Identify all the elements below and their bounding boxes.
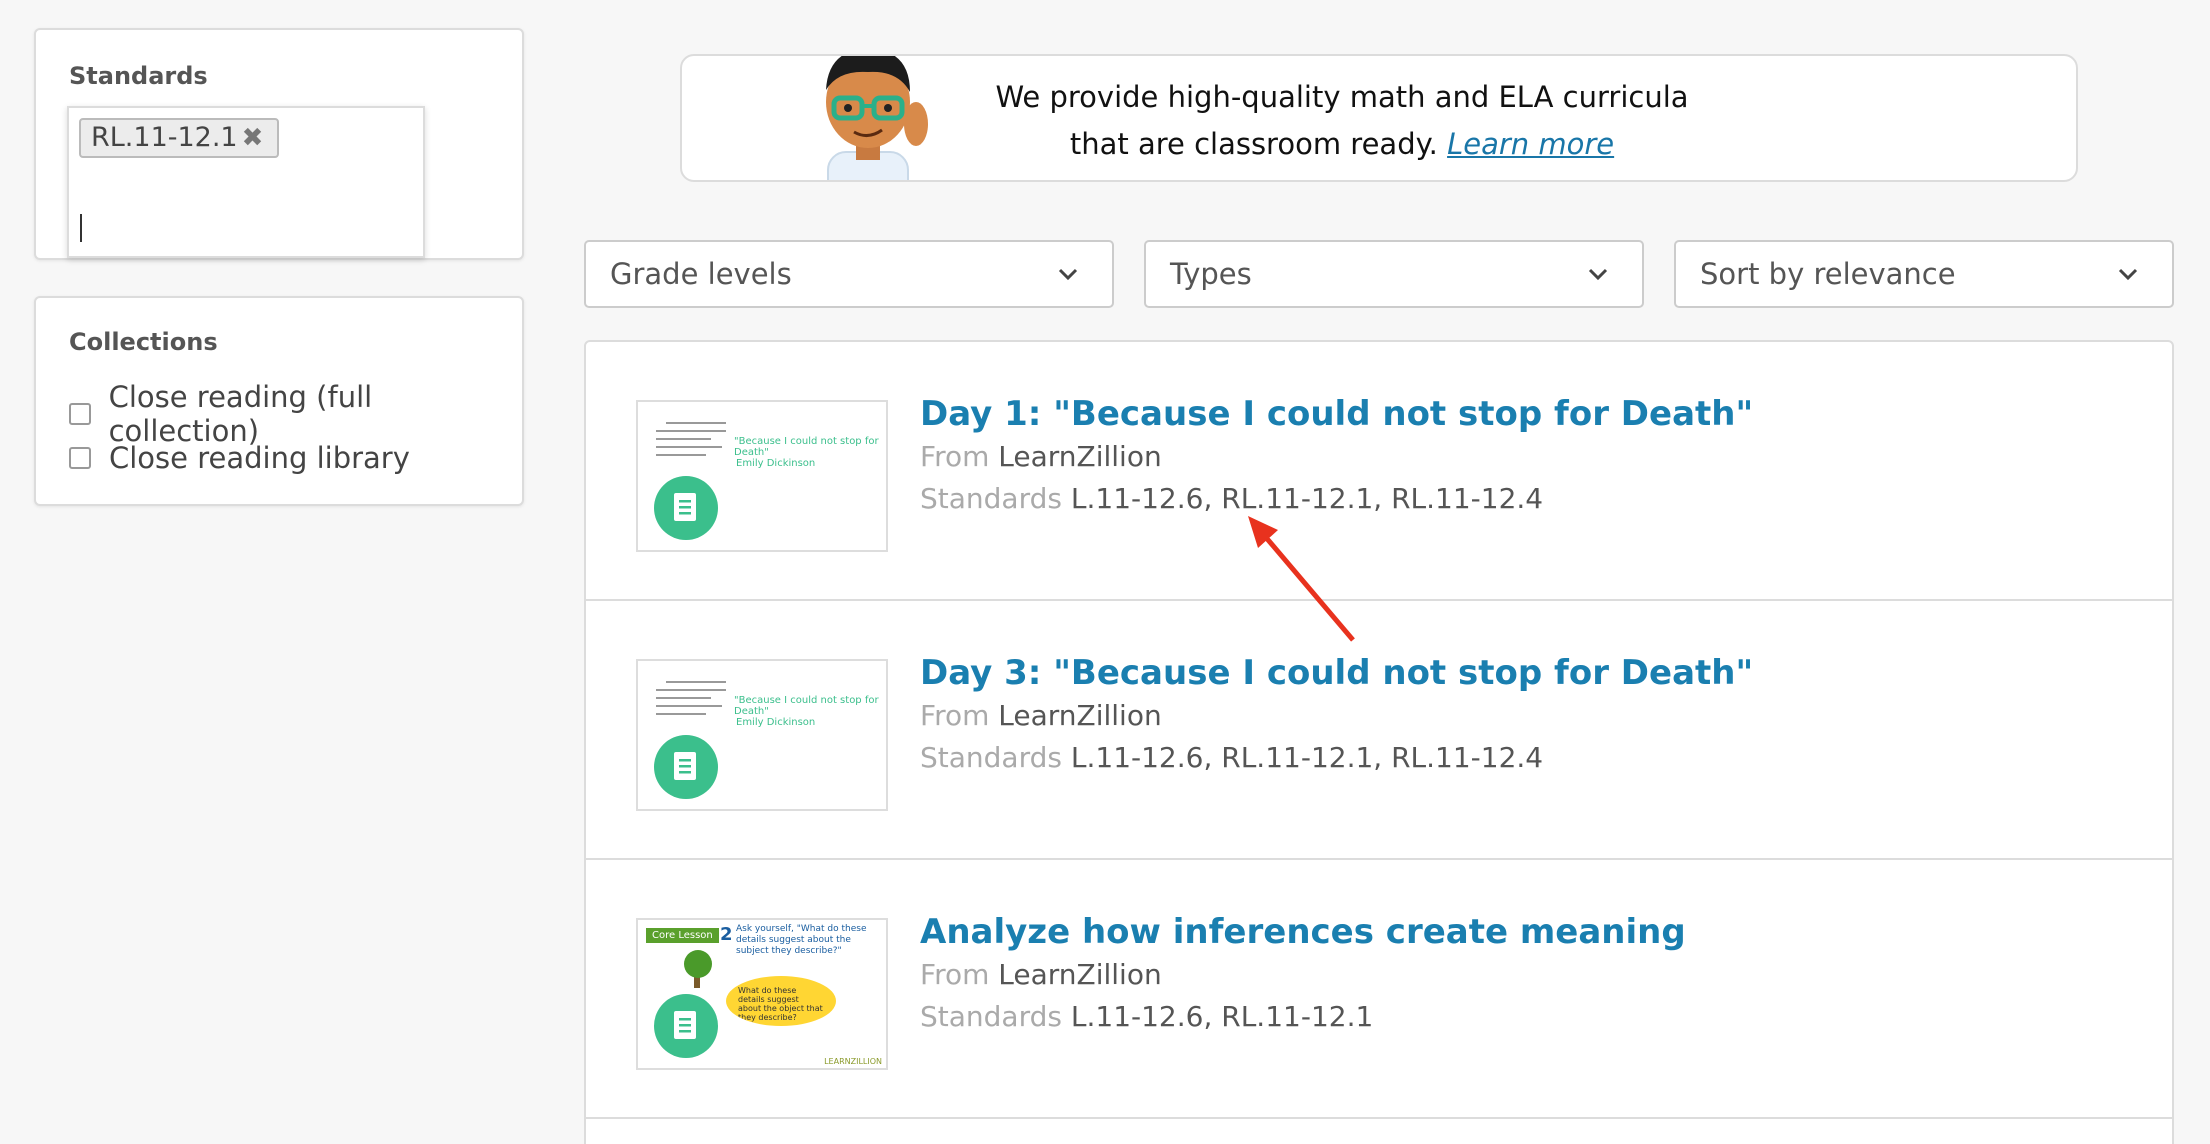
thumbnail-text-lines [656,422,726,462]
standards-label: Standards [920,482,1062,515]
document-icon [654,476,718,540]
grade-levels-label: Grade levels [610,257,792,291]
result-standards: Standards L.11-12.6, RL.11-12.1 [920,1000,1373,1033]
standards-panel: Standards RL.11-12.1 ✖ [34,28,524,260]
lesson-number: 2 [720,924,733,945]
standards-title: Standards [69,62,208,90]
banner-line-2-text: that are classroom ready. [1069,127,1438,161]
thumbnail-prompt: Ask yourself, "What do these details sug… [736,924,867,956]
checkbox-label: Close reading (full collection) [108,380,373,448]
collections-panel: Collections Close reading (full collecti… [34,296,524,506]
learn-more-link[interactable]: Learn more [1447,127,1614,161]
checkbox[interactable] [69,447,91,469]
result-thumbnail[interactable]: Core Lesson 2 Ask yourself, "What do the… [636,918,888,1070]
result-item[interactable]: "Because I could not stop for Death" Emi… [586,342,2172,601]
standards-label: Standards [920,1000,1062,1033]
standards-value: L.11-12.6, RL.11-12.1 [1070,1000,1374,1033]
core-lesson-label: Core Lesson [646,928,719,943]
result-standards: Standards L.11-12.6, RL.11-12.1, RL.11-1… [920,741,1543,774]
standards-input[interactable]: RL.11-12.1 ✖ [67,106,425,258]
chevron-down-icon [1588,268,1608,281]
tree-illustration [684,950,712,988]
text-caret [80,214,82,242]
source-name: LearnZillion [998,958,1162,991]
thumbnail-title: "Because I could not stop for Death" [734,695,879,717]
types-label: Types [1170,257,1252,291]
banner-text: We provide high-quality math and ELA cur… [962,74,1722,168]
result-thumbnail[interactable]: "Because I could not stop for Death" Emi… [636,659,888,811]
document-icon [654,994,718,1058]
result-standards: Standards L.11-12.6, RL.11-12.1, RL.11-1… [920,482,1543,515]
collections-title: Collections [69,328,218,356]
result-source: From LearnZillion [920,699,1162,732]
thumbnail-author: Emily Dickinson [736,717,816,728]
chevron-down-icon [1058,268,1078,281]
results-list: "Because I could not stop for Death" Emi… [584,340,2174,1144]
thought-bubble: What do these details suggest about the … [726,976,836,1026]
document-icon [654,735,718,799]
annotation-arrow [1248,516,1355,642]
standard-tag: RL.11-12.1 ✖ [79,118,280,158]
types-select[interactable]: Types [1144,240,1644,308]
sort-label: Sort by relevance [1700,257,1956,291]
from-label: From [920,958,990,991]
learnzillion-logo: LEARNZILLION [824,1057,882,1066]
chevron-down-icon [2118,268,2138,281]
from-label: From [920,440,990,473]
standard-tag-label: RL.11-12.1 [91,122,238,153]
collection-checkbox-full[interactable]: Close reading (full collection) [69,380,522,448]
from-label: From [920,699,990,732]
result-title-link[interactable]: Analyze how inferences create meaning [920,912,1686,952]
sort-select[interactable]: Sort by relevance [1674,240,2174,308]
result-source: From LearnZillion [920,958,1162,991]
thumbnail-author: Emily Dickinson [736,458,816,469]
banner-line-2: that are classroom ready. Learn more [962,121,1722,168]
collection-checkbox-library[interactable]: Close reading library [69,441,410,475]
result-title-link[interactable]: Day 3: "Because I could not stop for Dea… [920,653,1753,693]
teacher-avatar-illustration [826,56,928,180]
thumbnail-title: "Because I could not stop for Death" [734,436,879,458]
source-name: LearnZillion [998,440,1162,473]
close-icon[interactable]: ✖ [242,125,264,151]
standards-label: Standards [920,741,1062,774]
promo-banner: We provide high-quality math and ELA cur… [680,54,2078,182]
checkbox-label: Close reading library [109,441,410,475]
checkbox[interactable] [69,403,91,425]
source-name: LearnZillion [998,699,1162,732]
banner-line-1: We provide high-quality math and ELA cur… [995,80,1689,114]
standards-value: L.11-12.6, RL.11-12.1, RL.11-12.4 [1070,741,1544,774]
result-thumbnail[interactable]: "Because I could not stop for Death" Emi… [636,400,888,552]
grade-levels-select[interactable]: Grade levels [584,240,1114,308]
result-item[interactable]: Core Lesson 2 Ask yourself, "What do the… [586,860,2172,1119]
result-item[interactable]: "Because I could not stop for Death" Emi… [586,601,2172,860]
thumbnail-text-lines [656,681,726,721]
result-source: From LearnZillion [920,440,1162,473]
result-title-link[interactable]: Day 1: "Because I could not stop for Dea… [920,394,1753,434]
